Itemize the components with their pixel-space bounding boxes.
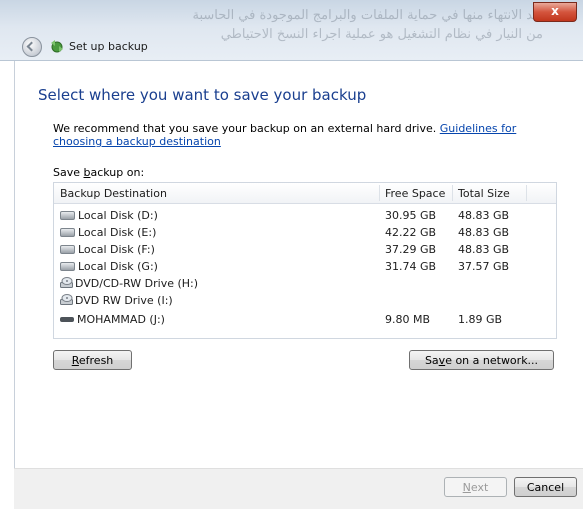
column-divider[interactable] (379, 185, 380, 201)
backup-destination-table: Backup Destination Free Space Total Size… (53, 182, 557, 339)
network-suffix: e on a network... (445, 354, 539, 367)
destination-cell: Local Disk (D:) (60, 209, 158, 222)
column-header-free-space[interactable]: Free Space (385, 187, 445, 200)
cancel-button[interactable]: Cancel (514, 477, 577, 497)
table-row[interactable]: Local Disk (E:) 42.22 GB 48.83 GB (54, 224, 556, 241)
destination-name: Local Disk (E:) (78, 226, 157, 239)
intro-sentence: We recommend that you save your backup o… (53, 122, 437, 135)
table-row[interactable]: DVD/CD-RW Drive (H:) (54, 275, 556, 292)
destination-cell: DVD/CD-RW Drive (H:) (60, 276, 199, 290)
backup-wizard-icon (51, 40, 63, 53)
next-label: ext (470, 481, 489, 494)
usb-drive-icon (60, 316, 74, 322)
column-divider[interactable] (452, 185, 453, 201)
destination-name: Local Disk (F:) (78, 243, 155, 256)
network-prefix: Sa (424, 354, 439, 367)
hard-drive-icon (60, 227, 75, 237)
free-space-cell: 30.95 GB (385, 209, 437, 222)
column-header-destination[interactable]: Backup Destination (60, 187, 167, 200)
destination-name: Local Disk (G:) (78, 260, 158, 273)
dvd-drive-icon (60, 293, 73, 305)
free-space-cell: 31.74 GB (385, 260, 437, 273)
intro-text: We recommend that you save your backup o… (53, 122, 558, 148)
back-button[interactable] (22, 37, 42, 57)
table-header: Backup Destination Free Space Total Size (54, 183, 556, 204)
refresh-button[interactable]: Refresh (53, 350, 132, 370)
destination-cell: Local Disk (G:) (60, 260, 158, 273)
table-row[interactable]: MOHAMMAD (J:) 9.80 MB 1.89 GB (54, 311, 556, 328)
column-header-total-size[interactable]: Total Size (458, 187, 510, 200)
save-on-network-button[interactable]: Save on a network... (409, 350, 554, 370)
destination-cell: DVD RW Drive (I:) (60, 293, 173, 307)
refresh-label: efresh (78, 354, 114, 367)
page-heading: Select where you want to save your backu… (38, 86, 367, 104)
table-row[interactable]: Local Disk (D:) 30.95 GB 48.83 GB (54, 207, 556, 224)
next-button[interactable]: Next (444, 477, 507, 497)
table-row[interactable]: DVD RW Drive (I:) (54, 292, 556, 309)
hard-drive-icon (60, 210, 75, 220)
table-row[interactable]: Local Disk (F:) 37.29 GB 48.83 GB (54, 241, 556, 258)
save-on-prefix: Save (53, 166, 84, 179)
destination-name: Local Disk (D:) (78, 209, 158, 222)
destination-cell: Local Disk (F:) (60, 243, 155, 256)
hard-drive-icon (60, 261, 75, 271)
total-size-cell: 48.83 GB (458, 209, 510, 222)
save-on-suffix: ackup on: (90, 166, 145, 179)
total-size-cell: 48.83 GB (458, 243, 510, 256)
window-title: Set up backup (69, 40, 148, 53)
dvd-drive-icon (60, 276, 73, 288)
hard-drive-icon (60, 244, 75, 254)
destination-cell: Local Disk (E:) (60, 226, 156, 239)
next-accel: N (462, 481, 471, 494)
close-button[interactable]: x (533, 2, 577, 22)
background-text-line-1: بعد الانتهاء منها في حماية الملفات والبر… (192, 8, 543, 23)
column-divider[interactable] (526, 185, 527, 201)
destination-name: DVD RW Drive (I:) (75, 294, 173, 307)
window-title-bar: بعد الانتهاء منها في حماية الملفات والبر… (0, 0, 583, 61)
destination-name: DVD/CD-RW Drive (H:) (75, 277, 199, 290)
total-size-cell: 48.83 GB (458, 226, 510, 239)
table-row[interactable]: Local Disk (G:) 31.74 GB 37.57 GB (54, 258, 556, 275)
destination-cell: MOHAMMAD (J:) (60, 313, 165, 326)
destination-name: MOHAMMAD (J:) (77, 313, 165, 326)
total-size-cell: 1.89 GB (458, 313, 503, 326)
save-backup-on-label: Save backup on: (53, 166, 144, 179)
free-space-cell: 9.80 MB (385, 313, 431, 326)
refresh-accel: R (71, 354, 79, 367)
free-space-cell: 37.29 GB (385, 243, 437, 256)
free-space-cell: 42.22 GB (385, 226, 437, 239)
total-size-cell: 37.57 GB (458, 260, 510, 273)
